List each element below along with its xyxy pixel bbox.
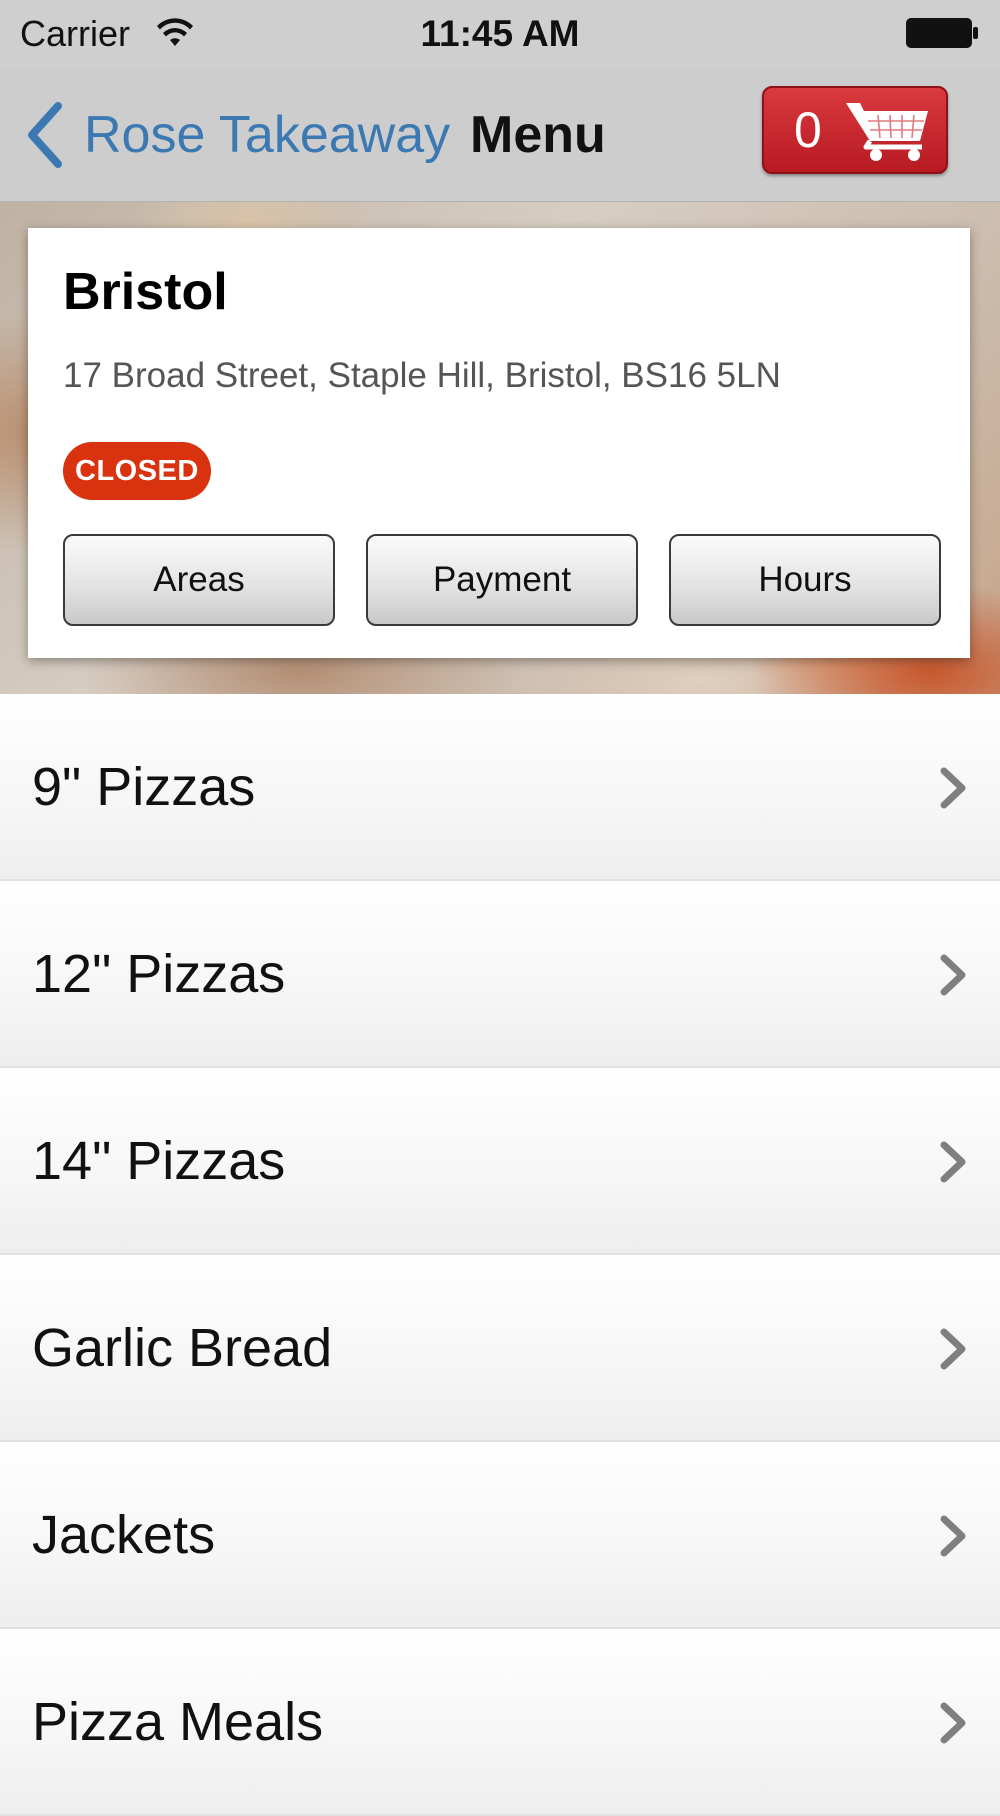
restaurant-address: 17 Broad Street, Staple Hill, Bristol, B… xyxy=(63,356,781,395)
menu-item-label: 14" Pizzas xyxy=(32,1131,286,1191)
chevron-right-icon xyxy=(940,1702,966,1744)
card-button-row: Areas Payment Hours xyxy=(63,534,941,628)
menu-item-label: Garlic Bread xyxy=(32,1318,333,1378)
nav-bar: Rose Takeaway Menu 0 xyxy=(0,68,1000,202)
areas-button[interactable]: Areas xyxy=(63,534,335,626)
clock: 11:45 AM xyxy=(420,13,580,54)
menu-item-label: Jackets xyxy=(32,1505,216,1565)
menu-item-label: 12" Pizzas xyxy=(32,944,286,1004)
status-badge: CLOSED xyxy=(63,442,211,500)
chevron-right-icon xyxy=(940,1141,966,1183)
menu-item-label: Pizza Meals xyxy=(32,1692,324,1752)
list-item[interactable]: 12" Pizzas xyxy=(0,881,1000,1068)
status-bar: Carrier 11:45 AM xyxy=(0,0,1000,68)
list-item[interactable]: Jackets xyxy=(0,1442,1000,1629)
back-button[interactable]: Rose Takeaway xyxy=(24,98,450,172)
cart-count: 0 xyxy=(794,102,822,158)
restaurant-card: Bristol 17 Broad Street, Staple Hill, Br… xyxy=(28,228,970,658)
hero-banner: Bristol 17 Broad Street, Staple Hill, Br… xyxy=(0,202,1000,694)
list-item[interactable]: Pizza Meals xyxy=(0,1629,1000,1816)
chevron-right-icon xyxy=(940,767,966,809)
shopping-cart-icon xyxy=(846,103,928,161)
chevron-right-icon xyxy=(940,1328,966,1370)
list-item[interactable]: 9" Pizzas xyxy=(0,694,1000,881)
chevron-left-icon xyxy=(28,102,62,168)
page-title: Menu xyxy=(470,106,606,164)
hours-button[interactable]: Hours xyxy=(669,534,941,626)
payment-button[interactable]: Payment xyxy=(366,534,638,626)
back-label: Rose Takeaway xyxy=(84,106,451,164)
chevron-right-icon xyxy=(940,1515,966,1557)
cart-button[interactable]: 0 xyxy=(762,86,948,174)
chevron-right-icon xyxy=(940,954,966,996)
battery-icon xyxy=(906,18,978,48)
menu-item-label: 9" Pizzas xyxy=(32,757,256,817)
menu-category-list: 9" Pizzas 12" Pizzas 14" Pizzas Garlic B… xyxy=(0,694,1000,1816)
list-item[interactable]: 14" Pizzas xyxy=(0,1068,1000,1255)
list-item[interactable]: Garlic Bread xyxy=(0,1255,1000,1442)
restaurant-name: Bristol xyxy=(63,263,228,321)
